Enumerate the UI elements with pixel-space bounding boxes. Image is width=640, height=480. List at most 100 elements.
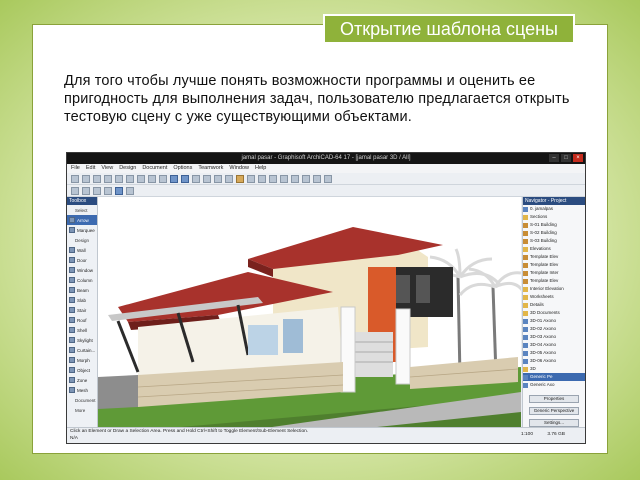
open-file-icon[interactable] bbox=[82, 174, 90, 183]
nav-item-18[interactable]: 3D-05 Axono bbox=[523, 349, 585, 357]
menu-options[interactable]: Options bbox=[173, 164, 192, 173]
polygon-select-icon[interactable] bbox=[104, 186, 112, 195]
nav-item-13[interactable]: 3D Documents bbox=[523, 309, 585, 317]
nav-label: S-01 Building bbox=[530, 222, 557, 227]
menu-document[interactable]: Document bbox=[142, 164, 167, 173]
pan-icon[interactable] bbox=[258, 174, 266, 183]
tool-group-document[interactable]: Document bbox=[67, 395, 97, 405]
status-zoom[interactable]: N/A bbox=[70, 436, 78, 441]
tool-marquee[interactable]: Marquee bbox=[67, 225, 97, 235]
nav-item-12[interactable]: Details bbox=[523, 301, 585, 309]
print-icon[interactable] bbox=[104, 174, 112, 183]
tool-label: Marquee bbox=[77, 227, 95, 233]
arrow-tool-icon[interactable] bbox=[71, 186, 79, 195]
menu-view[interactable]: View bbox=[101, 164, 113, 173]
tool-wall[interactable]: Wall bbox=[67, 245, 97, 255]
close-icon[interactable]: × bbox=[573, 154, 583, 162]
magic-wand-icon[interactable] bbox=[115, 186, 123, 195]
rectangle-select-icon[interactable] bbox=[93, 186, 101, 195]
generic-perspective-button[interactable]: Generic Perspective bbox=[529, 407, 579, 415]
tool-morph[interactable]: Morph bbox=[67, 355, 97, 365]
3d-doc-icon bbox=[523, 358, 528, 364]
section-icon[interactable] bbox=[269, 174, 277, 183]
window-icon bbox=[69, 267, 75, 273]
nav-item-22[interactable]: Generic Axo bbox=[523, 381, 585, 389]
tool-beam[interactable]: Beam bbox=[67, 285, 97, 295]
nav-item-14[interactable]: 3D-01 Axono bbox=[523, 317, 585, 325]
nav-item-20[interactable]: 3D bbox=[523, 365, 585, 373]
nav-item-4[interactable]: S-03 Building bbox=[523, 237, 585, 245]
menu-design[interactable]: Design bbox=[119, 164, 136, 173]
tool-object[interactable]: Object bbox=[67, 365, 97, 375]
settings-icon[interactable] bbox=[324, 174, 332, 183]
3d-viewport[interactable] bbox=[98, 197, 521, 429]
nav-item-16[interactable]: 3D-03 Axono bbox=[523, 333, 585, 341]
nav-item-3[interactable]: S-02 Building bbox=[523, 229, 585, 237]
marquee-tool-icon[interactable] bbox=[82, 186, 90, 195]
nav-item-5[interactable]: Elevations bbox=[523, 245, 585, 253]
tool-mesh[interactable]: Mesh bbox=[67, 385, 97, 395]
nav-item-17[interactable]: 3D-04 Axono bbox=[523, 341, 585, 349]
window-controls: – □ × bbox=[549, 154, 583, 162]
settings-button[interactable]: Settings... bbox=[529, 419, 579, 427]
nav-item-6[interactable]: Template Elev bbox=[523, 253, 585, 261]
tool-roof[interactable]: Roof bbox=[67, 315, 97, 325]
properties-button[interactable]: Properties bbox=[529, 395, 579, 403]
tool-column[interactable]: Column bbox=[67, 275, 97, 285]
minimize-icon[interactable]: – bbox=[549, 154, 559, 162]
zoom-in-icon[interactable] bbox=[203, 174, 211, 183]
tool-curtain-wall[interactable]: Curtain... bbox=[67, 345, 97, 355]
render-icon[interactable] bbox=[236, 174, 244, 183]
undo-icon[interactable] bbox=[148, 174, 156, 183]
new-file-icon[interactable] bbox=[71, 174, 79, 183]
cut-icon[interactable] bbox=[115, 174, 123, 183]
nav-item-1[interactable]: Sections bbox=[523, 213, 585, 221]
tool-group-more[interactable]: More bbox=[67, 405, 97, 415]
3d-view-icon[interactable] bbox=[181, 174, 189, 183]
nav-label: 3D-06 Axono bbox=[530, 358, 557, 363]
tool-stair[interactable]: Stair bbox=[67, 305, 97, 315]
redo-icon[interactable] bbox=[159, 174, 167, 183]
snap-icon[interactable] bbox=[126, 186, 134, 195]
floor-plan-icon[interactable] bbox=[170, 174, 178, 183]
menu-window[interactable]: Window bbox=[229, 164, 249, 173]
maximize-icon[interactable]: □ bbox=[561, 154, 571, 162]
tool-zone[interactable]: Zone bbox=[67, 375, 97, 385]
status-scale[interactable]: 1:100 bbox=[521, 432, 533, 437]
orbit-icon[interactable] bbox=[247, 174, 255, 183]
nav-item-11[interactable]: Worksheets bbox=[523, 293, 585, 301]
nav-item-10[interactable]: Interior Elevation bbox=[523, 285, 585, 293]
nav-item-0[interactable]: 0. jamalpas bbox=[523, 205, 585, 213]
nav-item-15[interactable]: 3D-02 Axono bbox=[523, 325, 585, 333]
nav-item-2[interactable]: S-01 Building bbox=[523, 221, 585, 229]
menu-help[interactable]: Help bbox=[255, 164, 266, 173]
tool-group-design[interactable]: Design bbox=[67, 235, 97, 245]
tool-label: Morph bbox=[77, 357, 90, 363]
tool-slab[interactable]: Slab bbox=[67, 295, 97, 305]
nav-item-19[interactable]: 3D-06 Axono bbox=[523, 357, 585, 365]
tool-window[interactable]: Window bbox=[67, 265, 97, 275]
save-icon[interactable] bbox=[93, 174, 101, 183]
layers-icon[interactable] bbox=[192, 174, 200, 183]
tool-door[interactable]: Door bbox=[67, 255, 97, 265]
worksheet-icon[interactable] bbox=[302, 174, 310, 183]
zoom-out-icon[interactable] bbox=[214, 174, 222, 183]
teamwork-icon[interactable] bbox=[313, 174, 321, 183]
nav-item-7[interactable]: Template Elev bbox=[523, 261, 585, 269]
detail-icon[interactable] bbox=[291, 174, 299, 183]
copy-icon[interactable] bbox=[126, 174, 134, 183]
tool-label: Select bbox=[75, 207, 88, 213]
elevation-icon[interactable] bbox=[280, 174, 288, 183]
nav-item-21[interactable]: Generic Pe bbox=[523, 373, 585, 381]
tool-group-select[interactable]: Select bbox=[67, 205, 97, 215]
nav-item-9[interactable]: Template Elev bbox=[523, 277, 585, 285]
tool-arrow[interactable]: Arrow bbox=[67, 215, 97, 225]
nav-item-8[interactable]: Template Inter bbox=[523, 269, 585, 277]
fit-window-icon[interactable] bbox=[225, 174, 233, 183]
paste-icon[interactable] bbox=[137, 174, 145, 183]
menu-edit[interactable]: Edit bbox=[86, 164, 95, 173]
menu-teamwork[interactable]: Teamwork bbox=[198, 164, 223, 173]
tool-shell[interactable]: Shell bbox=[67, 325, 97, 335]
menu-file[interactable]: File bbox=[71, 164, 80, 173]
tool-skylight[interactable]: Skylight bbox=[67, 335, 97, 345]
